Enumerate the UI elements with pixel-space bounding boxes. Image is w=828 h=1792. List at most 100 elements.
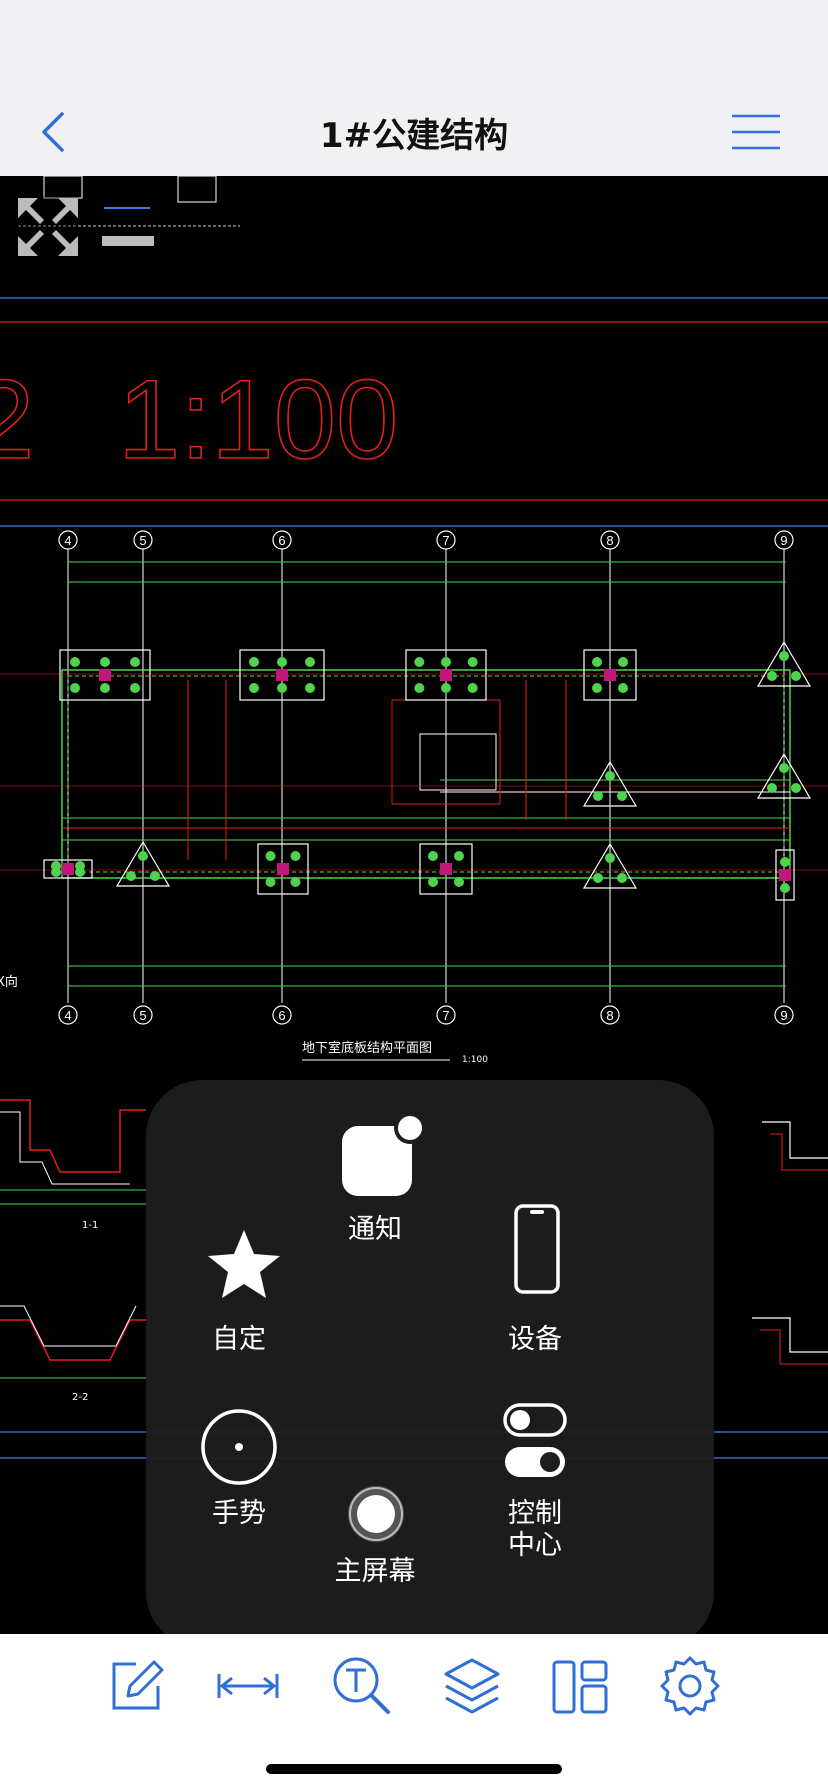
gesture-icon [201, 1409, 277, 1485]
column [62, 863, 74, 875]
column [604, 669, 616, 681]
pile-caps [43, 640, 812, 901]
column [440, 863, 452, 875]
pile [70, 657, 80, 667]
axis-label: 7 [442, 533, 449, 548]
pile [467, 683, 478, 693]
layout-button[interactable] [548, 1654, 612, 1718]
column [440, 669, 452, 681]
axis-label: 5 [139, 533, 146, 548]
pile [767, 783, 777, 793]
pile [428, 851, 438, 861]
pile [617, 873, 627, 883]
pile [305, 657, 315, 667]
pile [605, 853, 615, 863]
page-title: 1#公建结构 [319, 116, 509, 156]
pile [75, 861, 85, 871]
pile [618, 683, 628, 693]
layers-icon [444, 1658, 500, 1714]
axis-label: 8 [606, 533, 613, 548]
toggle-icon [503, 1403, 567, 1477]
pile [593, 791, 603, 801]
column [276, 669, 288, 681]
pile [454, 851, 464, 861]
pile [441, 657, 451, 667]
pile [150, 871, 160, 881]
axis-label: 4 [64, 1008, 71, 1023]
pile [467, 657, 478, 667]
star-icon [208, 1230, 280, 1298]
side-text: X向 [0, 974, 18, 990]
control-center-button[interactable]: 控制 中心 [450, 1403, 620, 1568]
pile [305, 683, 315, 693]
edit-button[interactable] [106, 1654, 170, 1718]
pile [277, 683, 287, 693]
measure-icon [217, 1674, 279, 1698]
pile [70, 683, 80, 693]
axis-grid: 4 4 5 5 6 6 7 7 8 8 9 9 [58, 530, 794, 1025]
navigation-bar: 1#公建结构 [0, 0, 828, 177]
assistive-touch-menu: 通知 自定 设备 手势 控制 中心 主屏幕 [146, 1080, 714, 1648]
pile [130, 657, 140, 667]
custom-label: 自定 [212, 1324, 266, 1355]
section-details-left: 1-1 2-2 [0, 1099, 146, 1403]
pile [100, 657, 110, 667]
axis-label: 6 [278, 1008, 285, 1023]
column [99, 669, 111, 681]
control-center-label: 控制 中心 [508, 1498, 562, 1561]
axis-label: 6 [278, 533, 285, 548]
pile [265, 877, 276, 887]
pile [249, 657, 259, 667]
pile [277, 657, 287, 667]
pile [265, 851, 276, 861]
pile [414, 657, 425, 667]
section-label-1: 1-1 [82, 1220, 98, 1231]
pile [249, 683, 259, 693]
pile [780, 857, 790, 867]
pile [130, 683, 140, 693]
measure-button[interactable] [216, 1654, 280, 1718]
plan-scale: 1:100 [462, 1055, 488, 1065]
pile [605, 771, 615, 781]
text-search-button[interactable] [330, 1654, 394, 1718]
axis-label: 9 [780, 1008, 787, 1023]
pile [592, 657, 602, 667]
column [277, 863, 289, 875]
pile [428, 877, 438, 887]
pile [441, 683, 451, 693]
device-button[interactable]: 设备 [450, 1204, 620, 1374]
home-indicator [266, 1764, 562, 1774]
plan-title: 地下室底板结构平面图 [302, 1040, 432, 1056]
layout-icon [552, 1660, 608, 1714]
fullscreen-icon[interactable] [16, 196, 78, 258]
pile [791, 671, 801, 681]
axis-label: 8 [606, 1008, 613, 1023]
menu-button[interactable] [730, 112, 782, 152]
scale-label: 1:100 [118, 357, 398, 482]
pile [618, 657, 628, 667]
pile [290, 851, 301, 861]
section-label-2: 2-2 [72, 1392, 88, 1403]
layers-button[interactable] [440, 1654, 504, 1718]
section-details-right [752, 1121, 828, 1365]
text-search-icon [333, 1657, 390, 1714]
hamburger-icon [732, 114, 780, 150]
home-icon [348, 1486, 404, 1542]
pile [779, 651, 789, 661]
axis-label: 9 [780, 533, 787, 548]
settings-button[interactable] [658, 1654, 722, 1718]
pile [454, 877, 464, 887]
home-button[interactable]: 主屏幕 [290, 1484, 460, 1614]
pile [780, 883, 790, 893]
pile [593, 873, 603, 883]
pile [414, 683, 425, 693]
custom-button[interactable]: 自定 [154, 1224, 324, 1374]
notification-icon [342, 1114, 426, 1196]
pile [617, 791, 627, 801]
axis-label: 7 [442, 1008, 449, 1023]
pile [138, 851, 148, 861]
axis-label: 5 [139, 1008, 146, 1023]
edit-icon [112, 1660, 164, 1710]
pile [791, 783, 801, 793]
pile [126, 871, 136, 881]
